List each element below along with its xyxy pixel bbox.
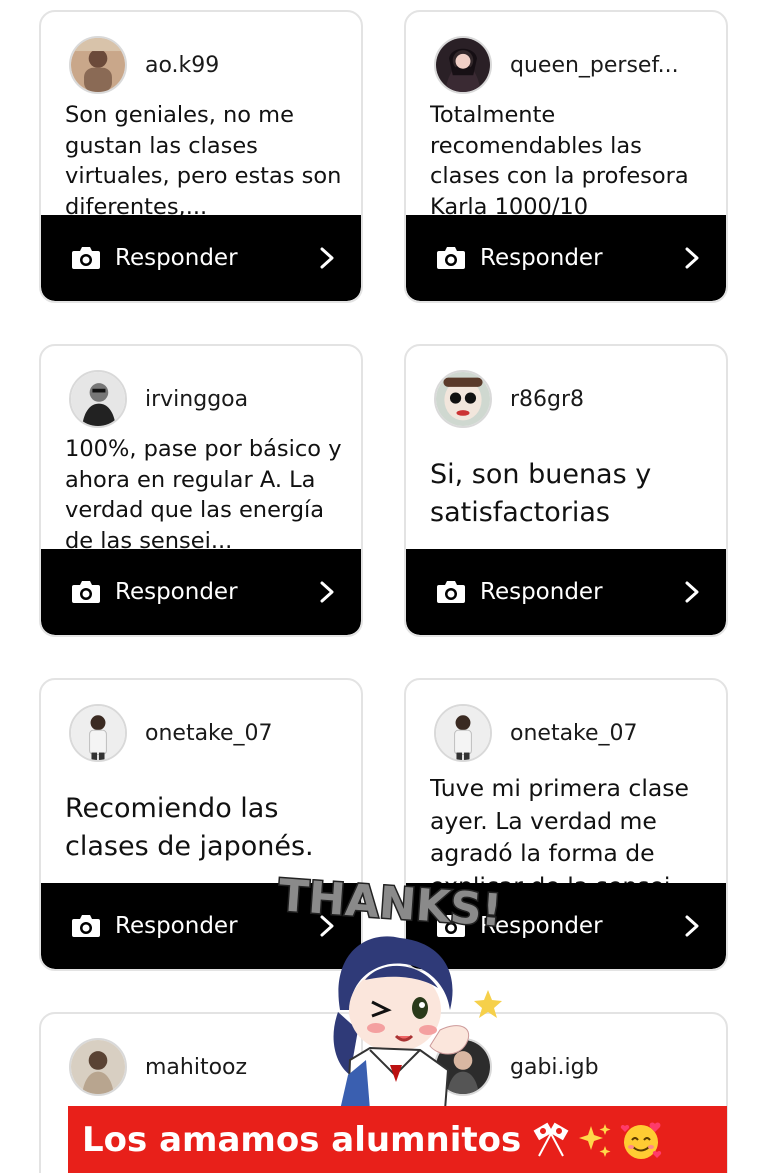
chevron-right-icon bbox=[320, 581, 334, 603]
reply-button[interactable]: Responder bbox=[406, 215, 726, 301]
review-header: mahitooz bbox=[69, 1038, 247, 1096]
camera-icon bbox=[437, 581, 465, 603]
avatar[interactable] bbox=[69, 1038, 127, 1096]
reply-label: Responder bbox=[480, 579, 603, 605]
username[interactable]: ao.k99 bbox=[145, 53, 219, 78]
crossed-flags-icon bbox=[533, 1122, 569, 1156]
camera-icon bbox=[72, 581, 100, 603]
review-header: onetake_07 bbox=[434, 704, 638, 762]
review-comment: Si, son buenas y satisfactorias bbox=[430, 459, 652, 528]
chevron-right-icon bbox=[320, 247, 334, 269]
review-comment: Son geniales, no me gustan las clases vi… bbox=[65, 102, 342, 218]
chevron-right-icon bbox=[685, 915, 699, 937]
username[interactable]: gabi.igb bbox=[510, 1055, 599, 1080]
reply-button[interactable]: Responder bbox=[406, 549, 726, 635]
reviews-screen: ao.k99 Son geniales, no me gustan las cl… bbox=[0, 0, 768, 1173]
caption-banner: Los amamos alumnitos bbox=[68, 1106, 727, 1173]
reply-label: Responder bbox=[115, 579, 238, 605]
smiling-face-with-hearts-icon bbox=[621, 1122, 662, 1159]
chevron-right-icon bbox=[685, 247, 699, 269]
reply-label: Responder bbox=[115, 245, 238, 271]
username[interactable]: mahitooz bbox=[145, 1055, 247, 1080]
camera-icon bbox=[437, 247, 465, 269]
review-card: irvinggoa 100%, pase por básico y ahora … bbox=[39, 344, 363, 637]
username[interactable]: r86gr8 bbox=[510, 387, 584, 412]
reply-button[interactable]: Responder bbox=[41, 549, 361, 635]
camera-icon bbox=[72, 247, 100, 269]
username[interactable]: onetake_07 bbox=[145, 721, 273, 746]
avatar[interactable] bbox=[434, 704, 492, 762]
caption-text: Los amamos alumnitos bbox=[82, 1119, 522, 1160]
avatar[interactable] bbox=[434, 36, 492, 94]
sparkles-icon bbox=[579, 1123, 611, 1157]
review-header: queen_persef... bbox=[434, 36, 679, 94]
username[interactable]: onetake_07 bbox=[510, 721, 638, 746]
review-header: onetake_07 bbox=[69, 704, 273, 762]
camera-icon bbox=[72, 915, 100, 937]
review-card: r86gr8 Si, son buenas y satisfactorias R… bbox=[404, 344, 728, 637]
reply-button[interactable]: Responder bbox=[41, 215, 361, 301]
username[interactable]: irvinggoa bbox=[145, 387, 248, 412]
caption-emoji bbox=[531, 1118, 663, 1162]
review-card: ao.k99 Son geniales, no me gustan las cl… bbox=[39, 10, 363, 303]
chevron-right-icon bbox=[685, 581, 699, 603]
reply-label: Responder bbox=[480, 245, 603, 271]
avatar[interactable] bbox=[434, 370, 492, 428]
thanks-sticker: THANKS! bbox=[270, 860, 510, 1111]
review-comment: 100%, pase por básico y ahora en regular… bbox=[65, 436, 342, 552]
reply-label: Responder bbox=[480, 913, 603, 939]
review-card: queen_persef... Totalmente recomendables… bbox=[404, 10, 728, 303]
sticker-text: THANKS! bbox=[277, 870, 504, 936]
avatar[interactable] bbox=[69, 370, 127, 428]
avatar[interactable] bbox=[69, 704, 127, 762]
review-header: irvinggoa bbox=[69, 370, 248, 428]
review-header: r86gr8 bbox=[434, 370, 584, 428]
avatar[interactable] bbox=[69, 36, 127, 94]
username[interactable]: queen_persef... bbox=[510, 53, 679, 78]
review-comment: Totalmente recomendables las clases con … bbox=[430, 102, 689, 218]
review-header: ao.k99 bbox=[69, 36, 219, 94]
